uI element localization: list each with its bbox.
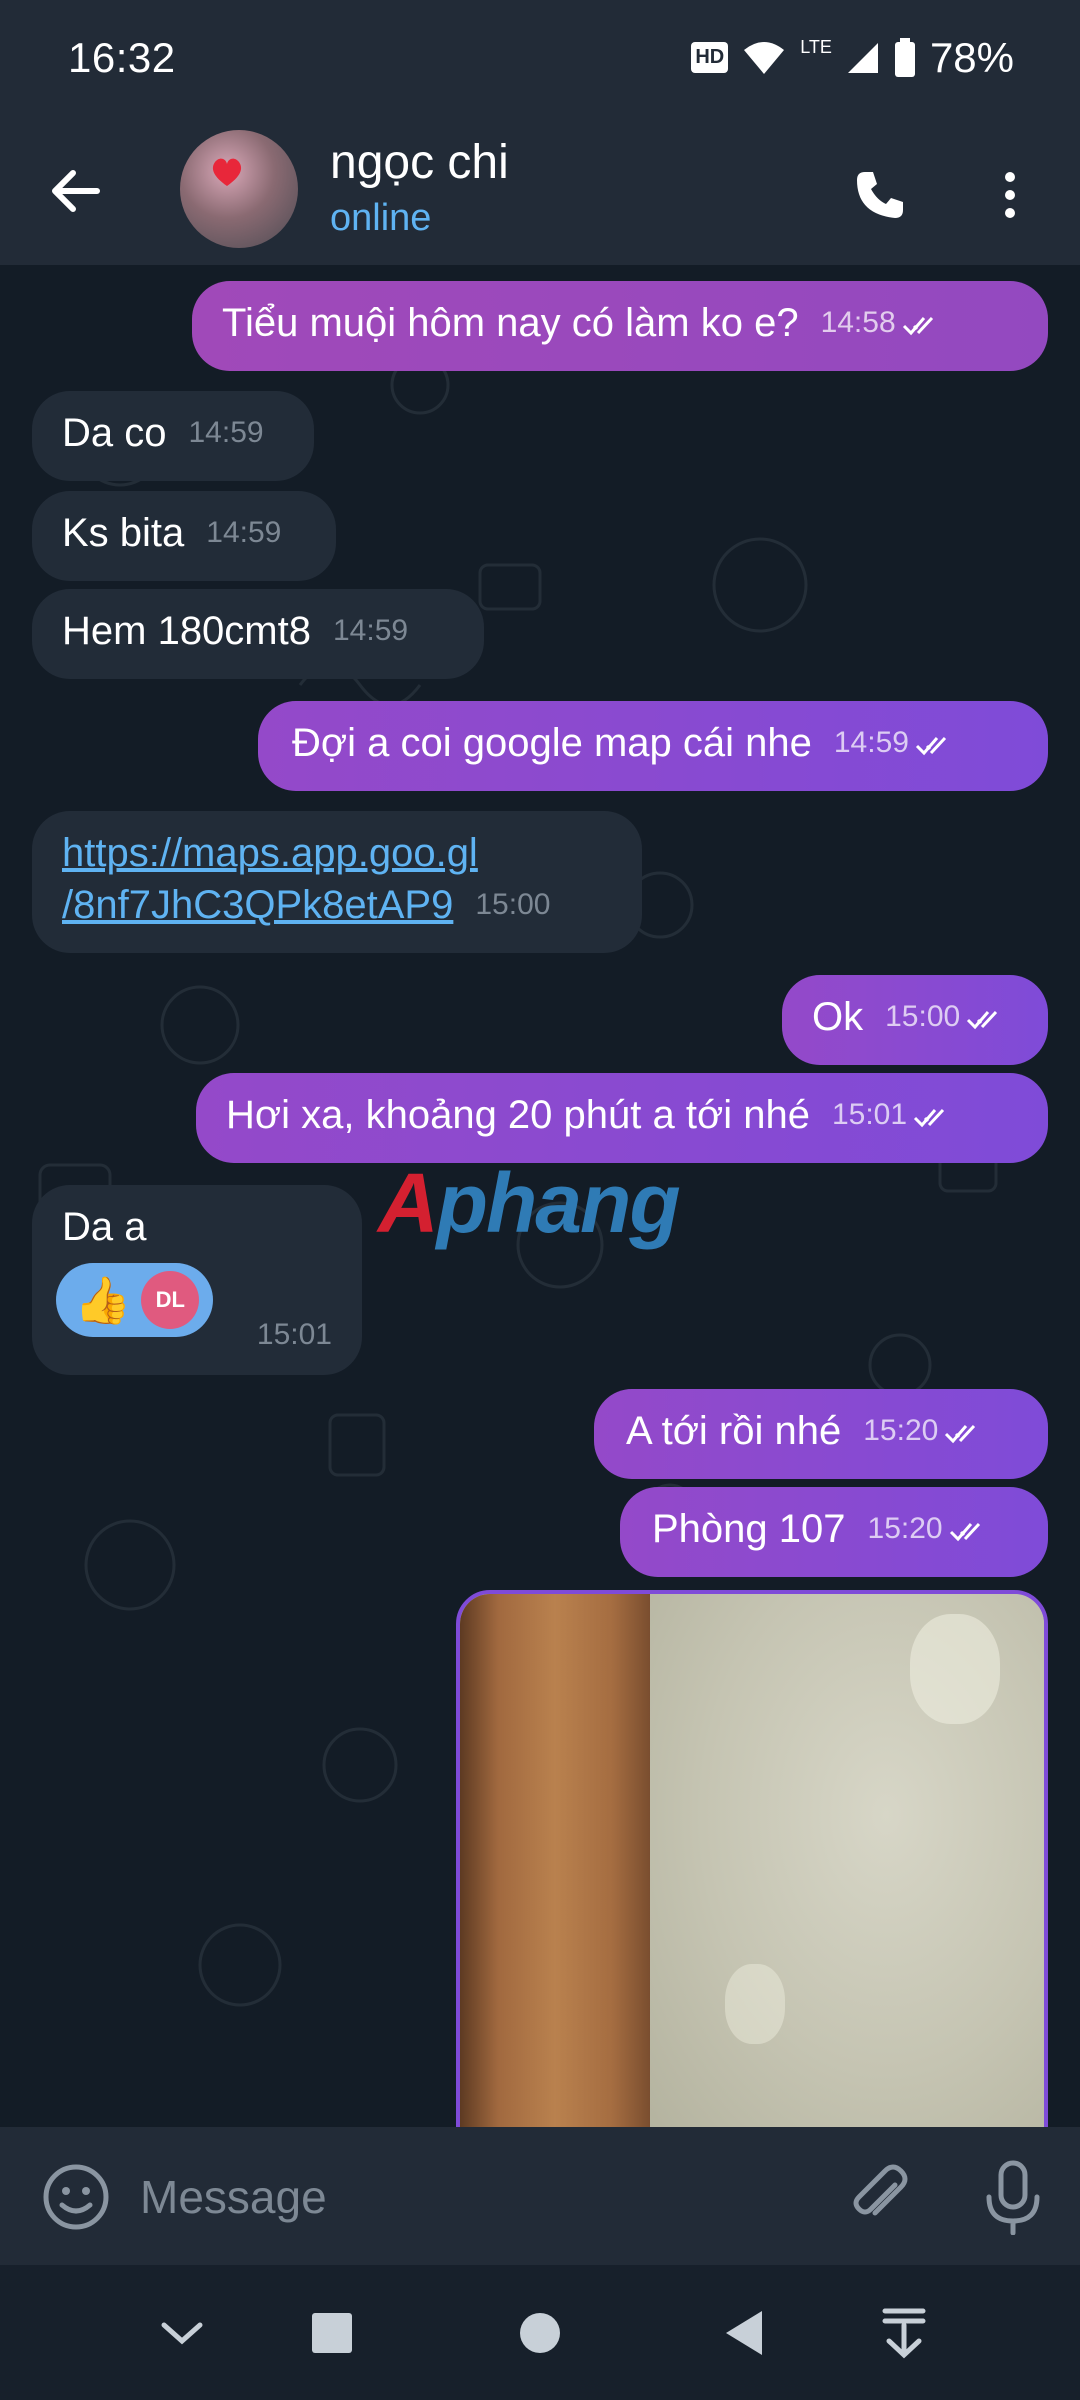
message-time: 14:58 [820, 306, 896, 339]
more-vert-icon [1005, 172, 1015, 218]
double-check-icon [915, 737, 947, 756]
status-bar: 16:32 HD LTE 78% [0, 0, 1080, 115]
message-text: A tới rồi nhé [626, 1409, 842, 1453]
emoji-icon [43, 2164, 109, 2230]
chat-area[interactable]: Tiểu muội hôm nay có làm ko e? 14:58 Da c… [0, 265, 1080, 2127]
message-text: Da a [62, 1205, 147, 1249]
lte-icon: LTE [800, 37, 832, 57]
message-outgoing[interactable]: A tới rồi nhé 15:20 [594, 1389, 1048, 1479]
message-outgoing[interactable]: Đợi a coi google map cái nhe 14:59 [258, 701, 1048, 791]
message-text: Da co [62, 411, 167, 455]
attach-button[interactable] [845, 2161, 917, 2233]
message-text: Hơi xa, khoảng 20 phút a tới nhé [226, 1093, 810, 1137]
map-link-continued[interactable]: /8nf7JhC3QPk8etAP9 [62, 883, 453, 927]
back-button[interactable] [40, 155, 112, 227]
status-time: 16:32 [68, 33, 176, 81]
message-text: Ok [812, 995, 864, 1039]
mic-button[interactable] [977, 2159, 1049, 2236]
message-time: 15:01 [256, 1318, 332, 1351]
message-input[interactable] [140, 2157, 800, 2237]
recents-icon [312, 2313, 352, 2353]
message-composer [0, 2127, 1080, 2265]
attach-icon [853, 2164, 908, 2216]
message-incoming[interactable]: Ks bita 14:59 [32, 491, 336, 581]
double-check-icon [967, 1011, 998, 1030]
message-outgoing[interactable]: Hơi xa, khoảng 20 phút a tới nhé 15:01 [196, 1073, 1048, 1163]
contact-status: online [330, 197, 432, 239]
message-time: 15:20 [867, 1512, 943, 1545]
message-time: 14:59 [206, 516, 282, 549]
message-time: 14:59 [833, 726, 909, 759]
emoji-button[interactable] [40, 2161, 112, 2233]
battery-icon [894, 37, 915, 77]
more-options-button[interactable] [985, 160, 1035, 230]
home-icon [520, 2313, 560, 2353]
message-time: 14:59 [188, 416, 264, 449]
message-time: 14:59 [332, 614, 409, 647]
message-time: 15:00 [885, 1000, 961, 1033]
photo-message[interactable] [456, 1590, 1048, 2127]
message-time: 15:20 [863, 1414, 939, 1447]
hd-icon: HD [691, 42, 729, 73]
photo-wall-decor [910, 1614, 1000, 1724]
message-text: Ks bita [62, 511, 185, 555]
message-incoming[interactable]: Da co 14:59 [32, 391, 314, 481]
recents-button[interactable] [294, 2295, 370, 2371]
reactor-avatar: DL [141, 1271, 200, 1329]
heart-icon [212, 158, 242, 186]
message-outgoing[interactable]: Phòng 107 15:20 [620, 1487, 1048, 1577]
back-arrow-icon [52, 170, 100, 212]
wifi-icon [744, 41, 785, 74]
map-link[interactable]: https://maps.app.goo.gl [62, 831, 478, 875]
notifications-button[interactable] [866, 2295, 942, 2371]
chevron-down-icon [161, 2322, 203, 2345]
photo-door [460, 1594, 650, 2127]
signal-icon [847, 42, 878, 73]
message-incoming[interactable]: Da a 👍 DL 15:01 [32, 1185, 362, 1375]
contact-info[interactable]: ngọc chi online [330, 133, 509, 243]
message-text: Phòng 107 [652, 1507, 846, 1551]
phone-icon [857, 172, 903, 218]
back-nav-button[interactable] [706, 2295, 782, 2371]
hide-keyboard-button[interactable] [144, 2295, 220, 2371]
call-button[interactable] [845, 160, 915, 230]
photo-wall-decor [725, 1964, 785, 2044]
thumbs-up-icon: 👍 [74, 1274, 132, 1326]
double-check-icon [949, 1523, 980, 1542]
message-text: Đợi a coi google map cái nhe [292, 721, 812, 765]
mic-icon [986, 2160, 1040, 2236]
message-outgoing[interactable]: Tiểu muội hôm nay có làm ko e? 14:58 [192, 281, 1048, 371]
watermark: Aphang [378, 1156, 681, 1250]
message-time: 15:00 [475, 888, 551, 921]
status-icons: HD LTE 78% [691, 34, 1014, 82]
double-check-icon [913, 1109, 945, 1128]
reaction-chip[interactable]: 👍 DL [56, 1263, 214, 1337]
contact-name: ngọc chi [330, 136, 509, 189]
message-incoming[interactable]: Hem 180cmt8 14:59 [32, 589, 484, 679]
message-text: Tiểu muội hôm nay có làm ko e? [222, 301, 799, 345]
avatar[interactable] [180, 130, 298, 248]
battery-percent: 78% [929, 33, 1014, 81]
notifications-pull-icon [882, 2308, 926, 2359]
home-button[interactable] [502, 2295, 578, 2371]
double-check-icon [945, 1425, 976, 1444]
message-time: 15:01 [831, 1098, 908, 1131]
message-outgoing[interactable]: Ok 15:00 [782, 975, 1048, 1065]
chat-header: ngọc chi online [0, 115, 1080, 265]
double-check-icon [902, 317, 933, 336]
back-icon [726, 2311, 762, 2355]
system-nav-bar [0, 2265, 1080, 2400]
message-text: Hem 180cmt8 [62, 609, 311, 653]
message-incoming-link[interactable]: https://maps.app.goo.gl /8nf7JhC3QPk8etA… [32, 811, 642, 953]
